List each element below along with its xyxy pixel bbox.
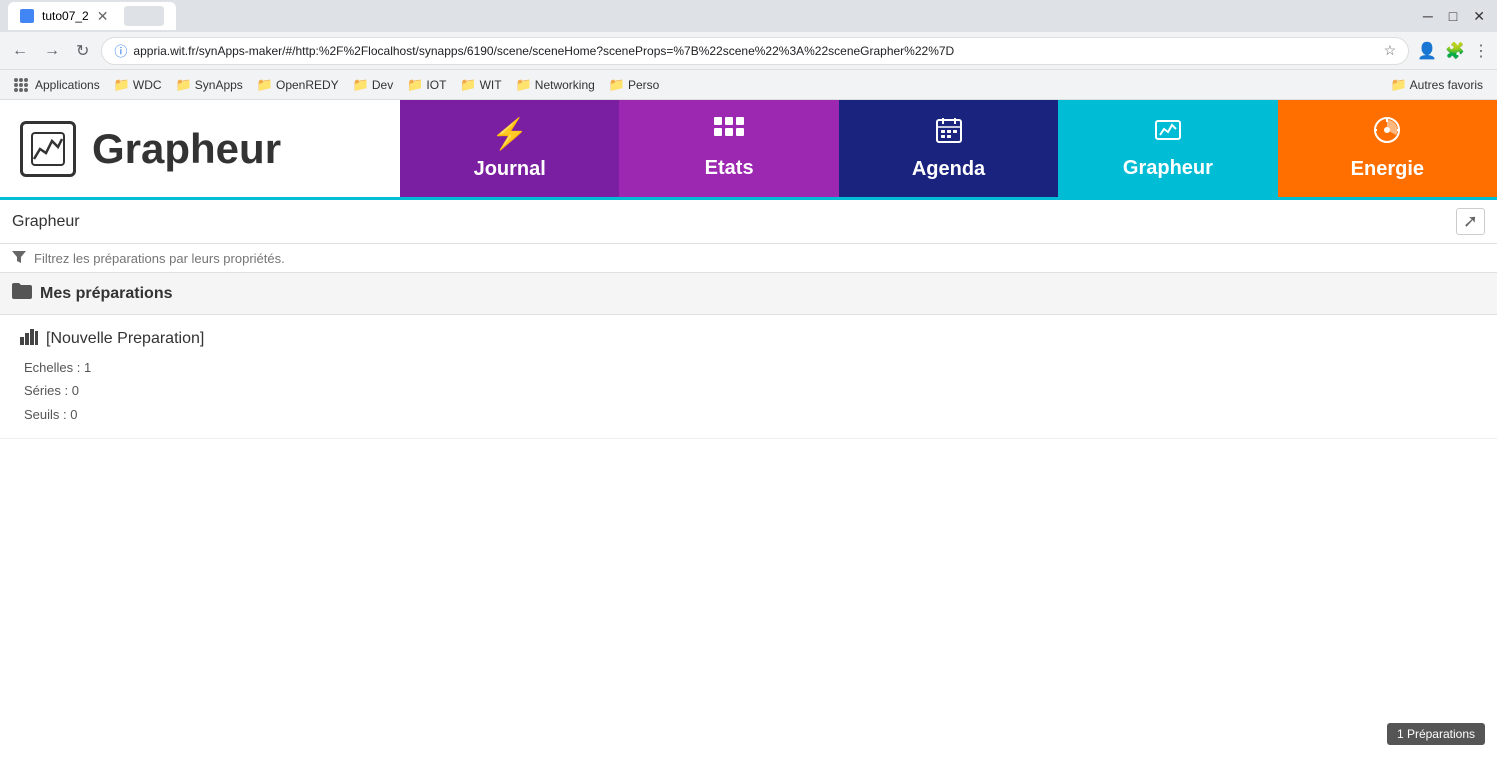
section-folder-icon [12, 283, 32, 304]
profile-icon[interactable]: 👤 [1417, 41, 1437, 61]
etats-icon [714, 117, 744, 151]
bookmark-applications[interactable]: Applications [8, 76, 106, 94]
bookmark-openredy[interactable]: 📁 OpenREDY [251, 75, 345, 95]
app-logo-area: Grapheur [0, 100, 400, 197]
folder-icon: 📁 [1390, 77, 1406, 93]
nav-tabs: ⚡ Journal Etats [400, 100, 1497, 197]
tab-energie[interactable]: Energie [1278, 100, 1497, 197]
tab-favicon [20, 9, 34, 23]
tab-grapheur[interactable]: Grapheur [1058, 100, 1277, 197]
filter-icon [12, 250, 26, 266]
breadcrumb-text: Grapheur [12, 213, 80, 231]
filter-bar [0, 244, 1497, 273]
bookmark-label: Networking [535, 78, 595, 92]
menu-icon[interactable]: ⋮ [1473, 41, 1489, 61]
folder-icon: 📁 [460, 77, 476, 93]
extensions-icon[interactable]: 🧩 [1445, 41, 1465, 61]
new-tab-button[interactable] [124, 6, 164, 26]
filter-input[interactable] [34, 251, 1485, 266]
tab-agenda-label: Agenda [912, 158, 985, 181]
tab-grapheur-label: Grapheur [1123, 157, 1213, 180]
bookmark-label: Dev [372, 78, 393, 92]
section-header: Mes préparations [0, 273, 1497, 315]
bookmark-networking[interactable]: 📁 Networking [510, 75, 601, 95]
lock-icon: ⓘ [114, 41, 127, 60]
bookmark-wdc[interactable]: 📁 WDC [108, 75, 168, 95]
bookmark-synapps[interactable]: 📁 SynApps [170, 75, 249, 95]
tab-etats-label: Etats [705, 157, 754, 180]
bookmark-label: IOT [426, 78, 446, 92]
window-controls: ─ □ ✕ [1419, 8, 1489, 25]
logo-icon [20, 121, 76, 177]
prep-detail: Echelles : 1 Séries : 0 Seuils : 0 [20, 356, 1477, 426]
prep-chart-icon [20, 327, 38, 350]
folder-icon: 📁 [176, 77, 192, 93]
back-button[interactable]: ← [8, 40, 32, 62]
prep-title-row: [Nouvelle Preparation] [20, 327, 1477, 350]
folder-icon: 📁 [609, 77, 625, 93]
bookmark-iot[interactable]: 📁 IOT [401, 75, 452, 95]
preparations-badge[interactable]: 1 Préparations [1387, 723, 1485, 745]
energie-icon [1373, 116, 1401, 152]
bookmark-perso[interactable]: 📁 Perso [603, 75, 666, 95]
content-area: Mes préparations [Nouvelle Preparation] … [0, 273, 1497, 753]
url-text: appria.wit.fr/synApps-maker/#/http:%2F%2… [133, 44, 954, 58]
reload-button[interactable]: ↻ [72, 39, 93, 63]
tab-etats[interactable]: Etats [619, 100, 838, 197]
browser-tab[interactable]: tuto07_2 ✕ [8, 2, 176, 30]
bookmarks-bar: Applications 📁 WDC 📁 SynApps 📁 OpenREDY … [0, 70, 1497, 100]
journal-icon: ⚡ [491, 117, 528, 152]
close-window-button[interactable]: ✕ [1469, 8, 1489, 25]
bookmark-label: Autres favoris [1410, 78, 1483, 92]
folder-icon: 📁 [257, 77, 273, 93]
folder-icon: 📁 [516, 77, 532, 93]
app-title: Grapheur [92, 125, 281, 173]
page-breadcrumb-bar: Grapheur ➚ [0, 200, 1497, 244]
forward-button[interactable]: → [40, 40, 64, 62]
tab-energie-label: Energie [1351, 158, 1424, 181]
tab-title-text: tuto07_2 [42, 9, 89, 23]
bookmark-autres-favoris[interactable]: 📁 Autres favoris [1384, 75, 1489, 95]
bookmark-label: SynApps [195, 78, 243, 92]
bookmark-label: Perso [628, 78, 659, 92]
agenda-icon [935, 116, 963, 152]
tab-close-button[interactable]: ✕ [97, 8, 109, 25]
browser-titlebar: tuto07_2 ✕ ─ □ ✕ [0, 0, 1497, 32]
browser-addressbar: ← → ↻ ⓘ appria.wit.fr/synApps-maker/#/ht… [0, 32, 1497, 70]
tab-agenda[interactable]: Agenda [839, 100, 1058, 197]
address-bar-actions: ☆ [1384, 42, 1397, 59]
maximize-button[interactable]: □ [1445, 8, 1461, 25]
bookmark-wit[interactable]: 📁 WIT [454, 75, 507, 95]
grapheur-icon [1154, 117, 1182, 151]
folder-icon: 📁 [353, 77, 369, 93]
bookmark-label: WIT [480, 78, 502, 92]
bookmark-star-icon[interactable]: ☆ [1384, 42, 1397, 59]
bookmark-dev[interactable]: 📁 Dev [347, 75, 400, 95]
apps-grid-icon [14, 78, 28, 92]
tab-journal[interactable]: ⚡ Journal [400, 100, 619, 197]
address-bar[interactable]: ⓘ appria.wit.fr/synApps-maker/#/http:%2F… [101, 37, 1409, 65]
folder-icon: 📁 [407, 77, 423, 93]
bookmark-label: OpenREDY [276, 78, 339, 92]
bookmark-label: Applications [35, 78, 100, 92]
preparation-item[interactable]: [Nouvelle Preparation] Echelles : 1 Séri… [0, 315, 1497, 439]
folder-icon: 📁 [114, 77, 130, 93]
prep-echelles: Echelles : 1 [24, 356, 1477, 379]
minimize-button[interactable]: ─ [1419, 8, 1437, 25]
section-title: Mes préparations [40, 285, 172, 303]
external-link-button[interactable]: ➚ [1456, 208, 1485, 235]
prep-title-text: [Nouvelle Preparation] [46, 330, 204, 348]
prep-series: Séries : 0 [24, 379, 1477, 402]
tab-journal-label: Journal [474, 158, 546, 181]
prep-seuils: Seuils : 0 [24, 403, 1477, 426]
app-header: Grapheur ⚡ Journal Etats [0, 100, 1497, 200]
bookmark-label: WDC [133, 78, 162, 92]
